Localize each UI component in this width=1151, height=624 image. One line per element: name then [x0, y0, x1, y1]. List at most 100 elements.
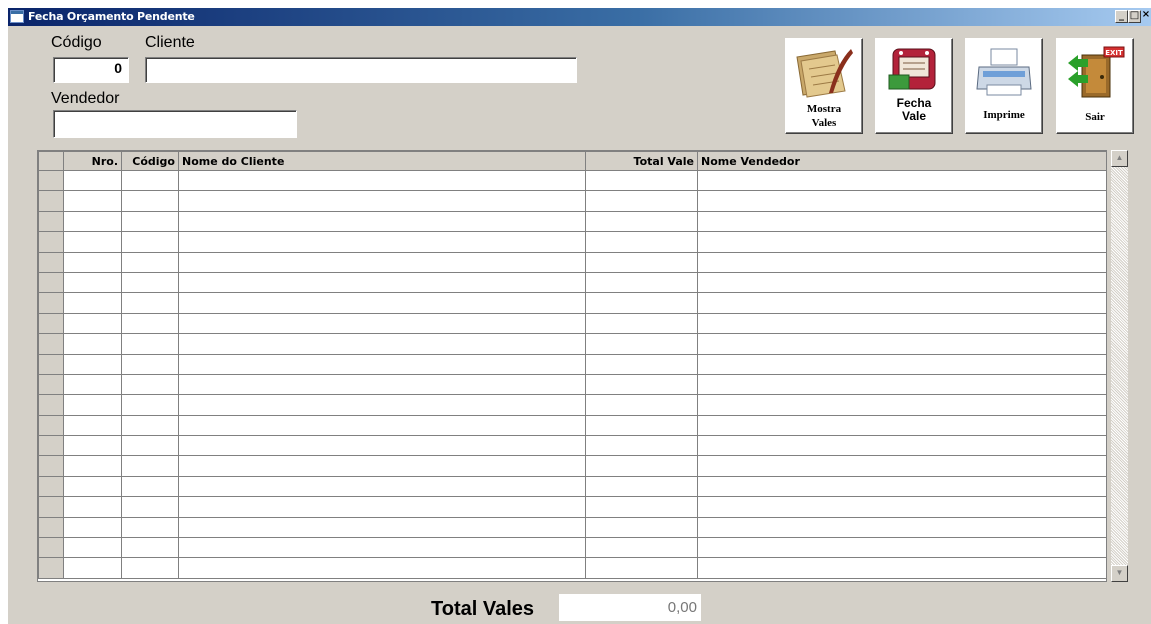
- table-cell[interactable]: [585, 435, 698, 457]
- scroll-up-button[interactable]: ▲: [1111, 150, 1128, 167]
- table-cell[interactable]: [697, 190, 1106, 212]
- table-cell[interactable]: [121, 210, 179, 233]
- table-cell[interactable]: [178, 251, 586, 273]
- table-cell[interactable]: [121, 312, 179, 335]
- row-indicator[interactable]: [38, 394, 64, 416]
- table-cell[interactable]: [585, 271, 698, 294]
- table-cell[interactable]: [63, 169, 122, 192]
- row-indicator[interactable]: [38, 169, 64, 192]
- table-cell[interactable]: [697, 333, 1106, 355]
- table-cell[interactable]: [63, 251, 122, 273]
- table-cell[interactable]: [178, 455, 586, 477]
- imprime-button[interactable]: Imprime: [965, 38, 1043, 134]
- maximize-button[interactable]: □: [1128, 10, 1141, 23]
- table-cell[interactable]: [697, 292, 1106, 314]
- table-cell[interactable]: [63, 435, 122, 457]
- table-cell[interactable]: [178, 210, 586, 233]
- table-cell[interactable]: [63, 455, 122, 477]
- row-indicator[interactable]: [38, 455, 64, 477]
- table-row[interactable]: [38, 271, 1106, 294]
- table-cell[interactable]: [63, 210, 122, 233]
- table-cell[interactable]: [585, 190, 698, 212]
- table-cell[interactable]: [63, 537, 122, 559]
- col-header-codigo[interactable]: Código: [121, 151, 179, 171]
- table-cell[interactable]: [697, 210, 1106, 233]
- table-cell[interactable]: [121, 475, 179, 498]
- table-cell[interactable]: [178, 312, 586, 335]
- row-indicator[interactable]: [38, 231, 64, 253]
- row-indicator[interactable]: [38, 516, 64, 539]
- table-cell[interactable]: [585, 210, 698, 233]
- table-cell[interactable]: [178, 537, 586, 559]
- table-cell[interactable]: [63, 516, 122, 539]
- table-cell[interactable]: [63, 414, 122, 437]
- grid-vertical-scrollbar[interactable]: ▲ ▼: [1111, 150, 1128, 582]
- table-row[interactable]: [38, 312, 1106, 335]
- table-row[interactable]: [38, 496, 1106, 518]
- table-cell[interactable]: [585, 333, 698, 355]
- table-cell[interactable]: [585, 251, 698, 273]
- table-cell[interactable]: [63, 231, 122, 253]
- table-cell[interactable]: [697, 353, 1106, 375]
- table-cell[interactable]: [178, 190, 586, 212]
- table-cell[interactable]: [121, 435, 179, 457]
- table-row[interactable]: [38, 373, 1106, 396]
- vales-grid[interactable]: Nro. Código Nome do Cliente Total Vale N…: [37, 150, 1107, 582]
- table-cell[interactable]: [697, 557, 1106, 579]
- table-cell[interactable]: [121, 537, 179, 559]
- table-cell[interactable]: [121, 394, 179, 416]
- row-indicator[interactable]: [38, 414, 64, 437]
- table-cell[interactable]: [63, 557, 122, 579]
- table-cell[interactable]: [121, 496, 179, 518]
- table-cell[interactable]: [585, 516, 698, 539]
- row-indicator[interactable]: [38, 475, 64, 498]
- table-cell[interactable]: [63, 475, 122, 498]
- table-cell[interactable]: [121, 557, 179, 579]
- table-cell[interactable]: [585, 373, 698, 396]
- table-cell[interactable]: [585, 537, 698, 559]
- row-indicator[interactable]: [38, 537, 64, 559]
- table-row[interactable]: [38, 353, 1106, 375]
- table-cell[interactable]: [178, 496, 586, 518]
- table-cell[interactable]: [121, 271, 179, 294]
- table-row[interactable]: [38, 333, 1106, 355]
- codigo-field[interactable]: 0: [53, 57, 129, 83]
- table-row[interactable]: [38, 190, 1106, 212]
- table-cell[interactable]: [178, 271, 586, 294]
- table-cell[interactable]: [697, 475, 1106, 498]
- table-row[interactable]: [38, 210, 1106, 233]
- table-row[interactable]: [38, 231, 1106, 253]
- table-cell[interactable]: [585, 414, 698, 437]
- table-cell[interactable]: [121, 231, 179, 253]
- row-indicator[interactable]: [38, 190, 64, 212]
- table-cell[interactable]: [697, 251, 1106, 273]
- table-cell[interactable]: [178, 353, 586, 375]
- table-row[interactable]: [38, 251, 1106, 273]
- table-row[interactable]: [38, 537, 1106, 559]
- col-header-nome-vendedor[interactable]: Nome Vendedor: [697, 151, 1106, 171]
- row-indicator[interactable]: [38, 210, 64, 233]
- row-indicator[interactable]: [38, 496, 64, 518]
- table-cell[interactable]: [121, 455, 179, 477]
- table-cell[interactable]: [178, 557, 586, 579]
- table-cell[interactable]: [63, 353, 122, 375]
- row-indicator[interactable]: [38, 435, 64, 457]
- col-header-nome-cliente[interactable]: Nome do Cliente: [178, 151, 586, 171]
- table-cell[interactable]: [63, 271, 122, 294]
- table-cell[interactable]: [178, 292, 586, 314]
- table-cell[interactable]: [697, 537, 1106, 559]
- table-row[interactable]: [38, 475, 1106, 498]
- table-cell[interactable]: [585, 394, 698, 416]
- row-indicator[interactable]: [38, 312, 64, 335]
- col-header-nro[interactable]: Nro.: [63, 151, 122, 171]
- table-cell[interactable]: [178, 414, 586, 437]
- title-bar[interactable]: Fecha Orçamento Pendente _ □ ×: [8, 8, 1151, 26]
- table-cell[interactable]: [121, 251, 179, 273]
- table-row[interactable]: [38, 414, 1106, 437]
- table-cell[interactable]: [63, 333, 122, 355]
- table-cell[interactable]: [63, 496, 122, 518]
- table-cell[interactable]: [585, 455, 698, 477]
- row-indicator[interactable]: [38, 292, 64, 314]
- table-cell[interactable]: [585, 169, 698, 192]
- table-cell[interactable]: [585, 353, 698, 375]
